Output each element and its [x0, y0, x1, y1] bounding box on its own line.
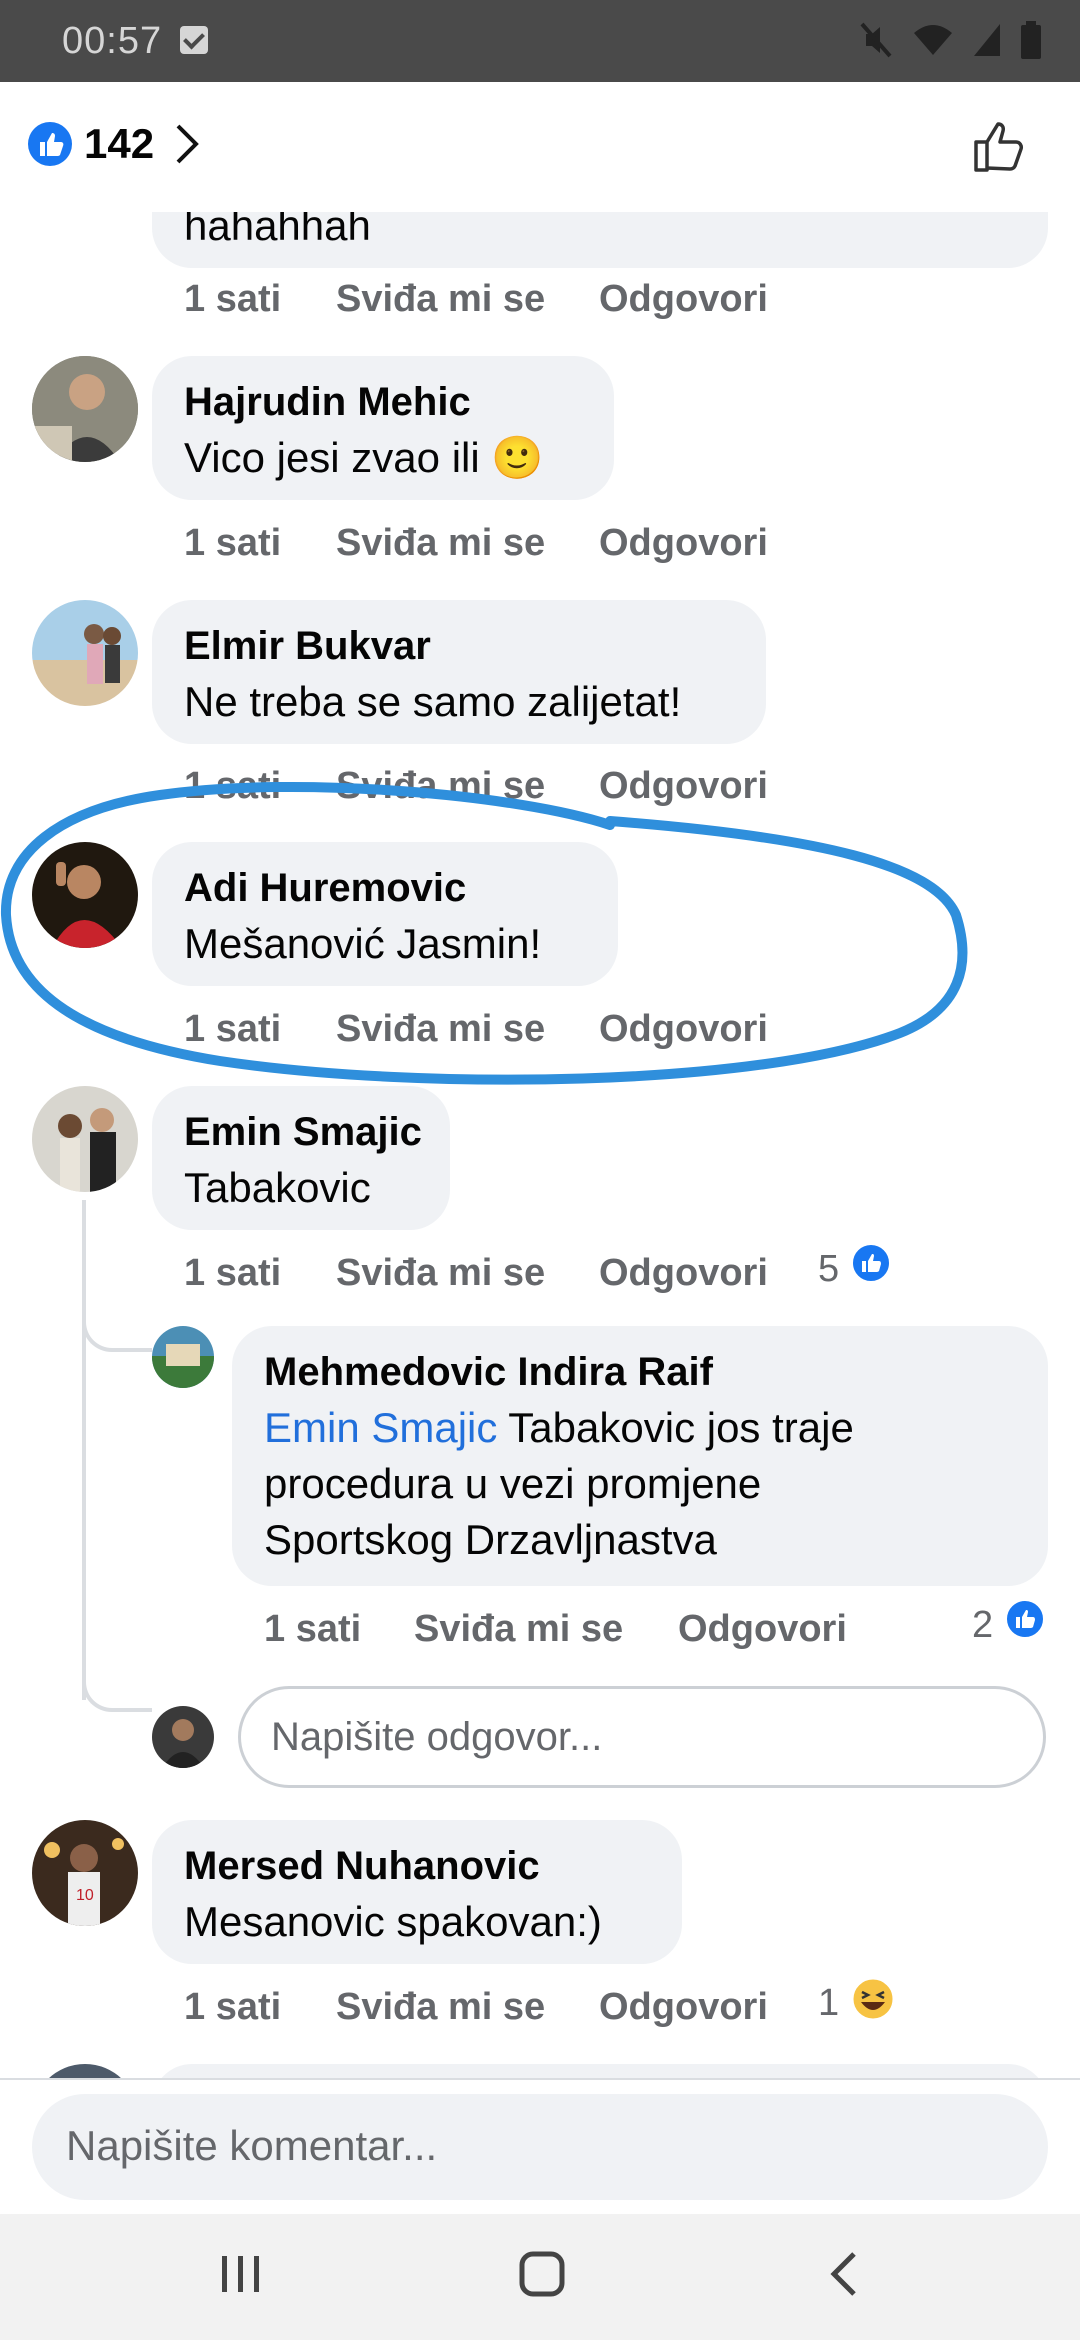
notification-check-icon [180, 26, 208, 54]
reply-comment-button[interactable]: Odgovori [599, 278, 768, 321]
commenter-name[interactable]: Adi Huremovic [184, 860, 586, 916]
reaction-count[interactable]: 1 [818, 1982, 839, 2025]
comment-time: 1 sati [184, 522, 282, 564]
like-reaction-icon [850, 1242, 892, 1284]
comment-composer-bar: Napišite komentar... [0, 2078, 1080, 2214]
comment-time: 1 sati [184, 1008, 282, 1050]
comment-time: 1 sati [184, 1252, 282, 1294]
like-reaction-icon [1004, 1598, 1046, 1640]
current-user-avatar [152, 1706, 214, 1768]
comment-text: Tabakovic [184, 1164, 371, 1211]
reply-comment-button[interactable]: Odgovori [599, 1008, 768, 1051]
reply-text-line: Emin Smajic Tabakovic jos traje [264, 1400, 1016, 1456]
thread-connector [82, 1292, 152, 1352]
comment-time: 1 sati [184, 1986, 282, 2028]
commenter-name[interactable]: Mehmedovic Indira Raif [264, 1344, 1016, 1400]
like-comment-button[interactable]: Sviđa mi se [336, 278, 545, 321]
chevron-right-icon[interactable] [172, 122, 202, 166]
battery-icon [1021, 21, 1041, 59]
reactions-header: 142 [0, 82, 1080, 212]
comment-bubble: Elmir Bukvar Ne treba se samo zalijetat! [152, 600, 766, 744]
like-comment-button[interactable]: Sviđa mi se [336, 1986, 545, 2029]
reaction-count[interactable]: 2 [972, 1604, 993, 1647]
reply-text: procedura u vezi promjene [264, 1460, 762, 1507]
reply-comment-button[interactable]: Odgovori [599, 522, 768, 565]
reply-text: Tabakovic jos traje [497, 1404, 854, 1451]
avatar[interactable] [32, 2064, 138, 2078]
comment-bubble: Emin Smajic Tabakovic [152, 1086, 450, 1230]
reply-comment-button[interactable]: Odgovori [599, 1986, 768, 2029]
back-icon[interactable] [826, 2250, 862, 2303]
reaction-count[interactable]: 142 [84, 120, 154, 168]
comment-time: 1 sati [184, 765, 282, 807]
commenter-name[interactable]: Hajrudin Mehic [184, 374, 582, 430]
comment-bubble: hahahhah [152, 212, 1048, 268]
mention-link[interactable]: Emin Smajic [264, 1404, 497, 1451]
comment-bubble: Mersed Nuhanovic Mesanovic spakovan:) [152, 1820, 682, 1964]
reply-text: Sportskog Drzavljnastva [264, 1516, 717, 1563]
thread-line [82, 1200, 86, 1700]
comment-text: Vico jesi zvao ili 🙂 [184, 434, 544, 481]
like-comment-button[interactable]: Sviđa mi se [336, 1008, 545, 1051]
like-icon[interactable] [970, 116, 1030, 176]
comment-bubble: Adi Huremovic Mešanović Jasmin! [152, 842, 618, 986]
home-icon[interactable] [518, 2250, 566, 2303]
comment-input[interactable]: Napišite komentar... [32, 2094, 1048, 2200]
wifi-icon [914, 25, 952, 55]
reply-input[interactable]: Napišite odgovor... [238, 1686, 1046, 1788]
comments-feed[interactable]: hahahhah 1 sati Sviđa mi se Odgovori Haj… [0, 212, 1080, 2078]
avatar[interactable] [32, 356, 138, 462]
commenter-name[interactable]: Mersed Nuhanovic [184, 1838, 650, 1894]
like-reaction-icon [28, 122, 72, 166]
svg-text:10: 10 [76, 1887, 94, 1904]
commenter-name[interactable]: Elmir Bukvar [184, 618, 734, 674]
comment-time: 1 sati [184, 278, 282, 320]
comment-bubble [152, 2064, 1048, 2078]
system-nav-bar [0, 2214, 1080, 2340]
status-bar: 00:57 [0, 0, 1080, 82]
like-comment-button[interactable]: Sviđa mi se [336, 1252, 545, 1295]
comment-text: hahahhah [184, 212, 371, 249]
avatar[interactable] [32, 842, 138, 948]
comment-text: Mešanović Jasmin! [184, 920, 542, 967]
status-time: 00:57 [62, 20, 163, 62]
avatar[interactable] [32, 600, 138, 706]
thread-connector [82, 1652, 152, 1712]
reply-bubble: Mehmedovic Indira Raif Emin Smajic Tabak… [232, 1326, 1048, 1586]
reply-comment-button[interactable]: Odgovori [599, 1252, 768, 1295]
reply-comment-button[interactable]: Odgovori [599, 765, 768, 808]
status-icons [858, 20, 1042, 60]
avatar[interactable] [32, 1086, 138, 1192]
avatar[interactable] [152, 1326, 214, 1388]
avatar[interactable]: 10 [32, 1820, 138, 1926]
comment-text: Ne treba se samo zalijetat! [184, 678, 682, 725]
haha-icon [850, 1976, 896, 2022]
comment-text: Mesanovic spakovan:) [184, 1898, 602, 1945]
commenter-name[interactable]: Emin Smajic [184, 1104, 422, 1160]
mute-icon [860, 22, 892, 58]
reply-time: 1 sati [264, 1608, 362, 1650]
reply-reply-button[interactable]: Odgovori [678, 1608, 847, 1651]
reaction-count[interactable]: 5 [818, 1248, 839, 1291]
comment-bubble: Hajrudin Mehic Vico jesi zvao ili 🙂 [152, 356, 614, 500]
signal-icon [974, 24, 1000, 56]
like-comment-button[interactable]: Sviđa mi se [336, 522, 545, 565]
like-reply-button[interactable]: Sviđa mi se [414, 1608, 623, 1651]
recent-apps-icon[interactable] [218, 2250, 264, 2303]
like-comment-button[interactable]: Sviđa mi se [336, 765, 545, 808]
